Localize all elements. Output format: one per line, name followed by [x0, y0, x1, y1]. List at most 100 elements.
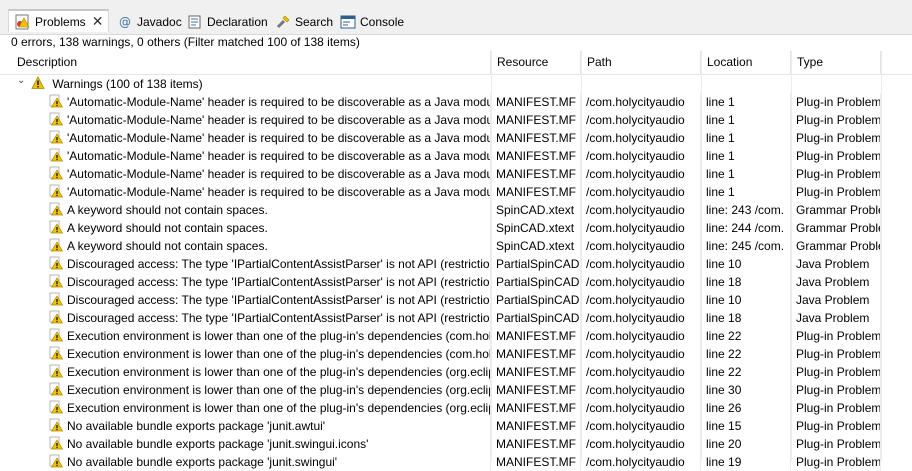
- warning-icon: [49, 346, 64, 360]
- cell-resource: SpinCAD.xtext: [491, 237, 581, 255]
- cell-type: Plug-in Problem: [791, 165, 881, 183]
- table-row[interactable]: Execution environment is lower than one …: [0, 345, 912, 363]
- cell-path: /com.holycityaudio: [581, 363, 701, 381]
- cell-resource: MANIFEST.MF: [491, 129, 581, 147]
- warning-icon: [49, 256, 64, 270]
- tab-label: Declaration: [207, 15, 268, 29]
- description-text: 'Automatic-Module-Name' header is requir…: [67, 167, 491, 181]
- description-text: A keyword should not contain spaces.: [67, 221, 268, 235]
- table-row[interactable]: 'Automatic-Module-Name' header is requir…: [0, 165, 912, 183]
- description-text: 'Automatic-Module-Name' header is requir…: [67, 149, 491, 163]
- cell-type: Plug-in Problem: [791, 327, 881, 345]
- warning-icon: [49, 328, 64, 342]
- description-text: Execution environment is lower than one …: [67, 365, 491, 379]
- cell-type: Plug-in Problem: [791, 381, 881, 399]
- cell-description: No available bundle exports package 'jun…: [0, 435, 491, 453]
- table-row[interactable]: Discouraged access: The type 'IPartialCo…: [0, 255, 912, 273]
- cell-description: 'Automatic-Module-Name' header is requir…: [0, 111, 491, 129]
- cell-resource: MANIFEST.MF: [491, 147, 581, 165]
- close-icon[interactable]: ✕: [92, 13, 104, 30]
- cell-location: line 1: [701, 111, 791, 129]
- cell-description: No available bundle exports package 'jun…: [0, 417, 491, 435]
- cell-type: Plug-in Problem: [791, 345, 881, 363]
- cell-location: line 18: [701, 309, 791, 327]
- tab-search[interactable]: Search: [275, 10, 333, 34]
- cell-path: /com.holycityaudio: [581, 453, 701, 471]
- column-header-description[interactable]: Description: [11, 51, 491, 74]
- cell-description: Discouraged access: The type 'IPartialCo…: [0, 291, 491, 309]
- tab-label: Console: [360, 15, 405, 29]
- column-header-type[interactable]: Type: [791, 51, 881, 74]
- table-row[interactable]: No available bundle exports package 'jun…: [0, 435, 912, 453]
- cell-resource: MANIFEST.MF: [491, 345, 581, 363]
- warning-icon: [49, 310, 64, 324]
- cell-path: /com.holycityaudio: [581, 399, 701, 417]
- cell-description: 'Automatic-Module-Name' header is requir…: [0, 183, 491, 201]
- table-row[interactable]: 'Automatic-Module-Name' header is requir…: [0, 111, 912, 129]
- cell-resource: PartialSpinCAD: [491, 255, 581, 273]
- flashlight-icon: [275, 14, 291, 30]
- cell-type: Plug-in Problem: [791, 453, 881, 471]
- table-row[interactable]: 'Automatic-Module-Name' header is requir…: [0, 147, 912, 165]
- group-row-warnings[interactable]: ⌄ Warnings (100 of 138 items): [0, 75, 912, 93]
- column-header-location[interactable]: Location: [701, 51, 791, 74]
- table-row[interactable]: 'Automatic-Module-Name' header is requir…: [0, 93, 912, 111]
- cell-resource: MANIFEST.MF: [491, 435, 581, 453]
- cell-path: /com.holycityaudio: [581, 237, 701, 255]
- warning-icon: [49, 400, 64, 414]
- description-text: 'Automatic-Module-Name' header is requir…: [67, 95, 491, 109]
- cell-location: line 30: [701, 381, 791, 399]
- cell-resource: MANIFEST.MF: [491, 183, 581, 201]
- cell-path: /com.holycityaudio: [581, 327, 701, 345]
- description-text: 'Automatic-Module-Name' header is requir…: [67, 131, 491, 145]
- cell-description: 'Automatic-Module-Name' header is requir…: [0, 165, 491, 183]
- warning-icon: [49, 292, 64, 306]
- chevron-down-icon[interactable]: ⌄: [17, 75, 25, 86]
- cell-location: line 1: [701, 93, 791, 111]
- warning-icon: [49, 220, 64, 234]
- cell-description: Execution environment is lower than one …: [0, 345, 491, 363]
- cell-path: /com.holycityaudio: [581, 255, 701, 273]
- cell-resource: MANIFEST.MF: [491, 93, 581, 111]
- tab-javadoc[interactable]: @ Javadoc: [117, 10, 182, 34]
- warning-icon: [49, 184, 64, 198]
- description-text: 'Automatic-Module-Name' header is requir…: [67, 113, 491, 127]
- table-row[interactable]: Discouraged access: The type 'IPartialCo…: [0, 273, 912, 291]
- table-row[interactable]: Execution environment is lower than one …: [0, 363, 912, 381]
- cell-location: line 1: [701, 183, 791, 201]
- description-text: Execution environment is lower than one …: [67, 401, 491, 415]
- description-text: Execution environment is lower than one …: [67, 329, 491, 343]
- table-row[interactable]: 'Automatic-Module-Name' header is requir…: [0, 129, 912, 147]
- cell-resource: MANIFEST.MF: [491, 327, 581, 345]
- description-text: Discouraged access: The type 'IPartialCo…: [67, 311, 491, 325]
- table-row[interactable]: Execution environment is lower than one …: [0, 381, 912, 399]
- description-text: Execution environment is lower than one …: [67, 383, 491, 397]
- cell-description: 'Automatic-Module-Name' header is requir…: [0, 129, 491, 147]
- cell-path: /com.holycityaudio: [581, 111, 701, 129]
- cell-path: /com.holycityaudio: [581, 435, 701, 453]
- cell-location: line 26: [701, 399, 791, 417]
- table-row[interactable]: Discouraged access: The type 'IPartialCo…: [0, 309, 912, 327]
- table-row[interactable]: Execution environment is lower than one …: [0, 327, 912, 345]
- table-row[interactable]: A keyword should not contain spaces. Spin…: [0, 237, 912, 255]
- cell-location: line: 244 /com.: [701, 219, 791, 237]
- table-row[interactable]: Execution environment is lower than one …: [0, 399, 912, 417]
- cell-description: Discouraged access: The type 'IPartialCo…: [0, 273, 491, 291]
- declaration-icon: [187, 14, 203, 30]
- column-header-resource[interactable]: Resource: [491, 51, 581, 74]
- warning-icon: [49, 418, 64, 432]
- column-divider: [701, 51, 702, 461]
- column-header-path[interactable]: Path: [581, 51, 701, 74]
- tab-declaration[interactable]: Declaration: [187, 10, 268, 34]
- table-row[interactable]: No available bundle exports package 'jun…: [0, 453, 912, 471]
- cell-path: /com.holycityaudio: [581, 165, 701, 183]
- cell-type: Plug-in Problem: [791, 183, 881, 201]
- table-row[interactable]: A keyword should not contain spaces. Spin…: [0, 219, 912, 237]
- table-row[interactable]: 'Automatic-Module-Name' header is requir…: [0, 183, 912, 201]
- description-text: A keyword should not contain spaces.: [67, 239, 268, 253]
- table-row[interactable]: A keyword should not contain spaces. Spin…: [0, 201, 912, 219]
- table-row[interactable]: No available bundle exports package 'jun…: [0, 417, 912, 435]
- tab-problems[interactable]: Problems ✕: [8, 9, 109, 32]
- tab-console[interactable]: Console: [340, 10, 404, 34]
- table-row[interactable]: Discouraged access: The type 'IPartialCo…: [0, 291, 912, 309]
